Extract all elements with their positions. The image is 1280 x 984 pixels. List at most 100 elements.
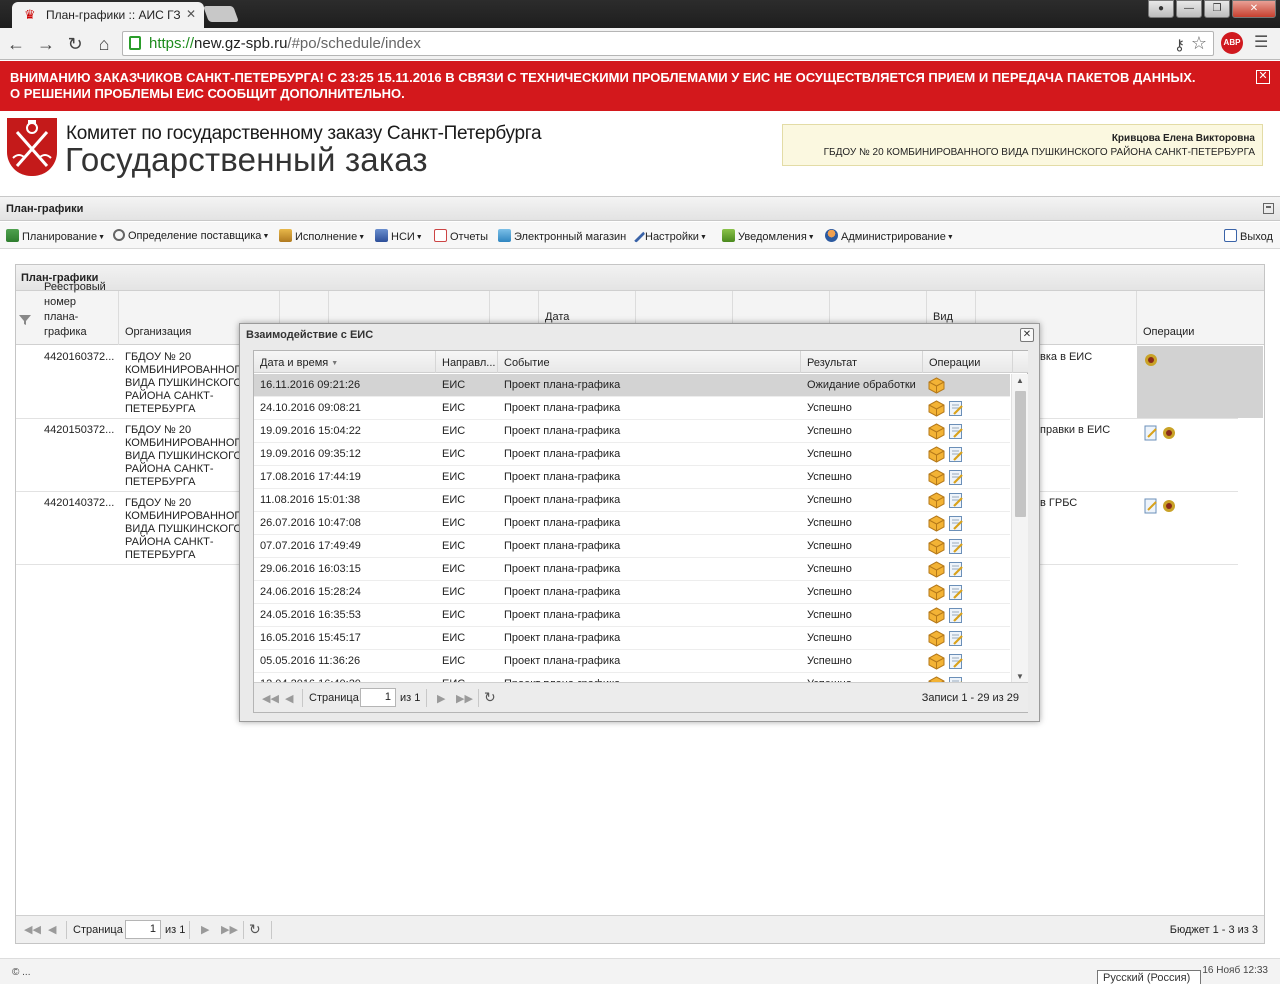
col-event[interactable]: Событие	[498, 351, 801, 373]
col-datetime[interactable]: Дата и время ▼	[254, 351, 436, 373]
eagle-emblem-icon[interactable]	[1161, 425, 1177, 441]
package-icon[interactable]	[928, 653, 945, 670]
first-page-icon[interactable]: ◀◀	[262, 692, 279, 705]
prev-page-icon[interactable]: ◀	[285, 692, 293, 705]
edit-document-icon[interactable]	[948, 469, 964, 486]
edit-document-icon[interactable]	[948, 630, 964, 647]
table-row[interactable]: 24.05.2016 16:35:53 ЕИС Проект плана-графи…	[254, 604, 1010, 627]
alert-close-icon[interactable]: ✕	[1256, 70, 1270, 84]
eagle-emblem-icon[interactable]	[1161, 498, 1177, 514]
edit-document-icon[interactable]	[948, 653, 964, 670]
table-row[interactable]: 19.09.2016 09:35:12 ЕИС Проект плана-графи…	[254, 443, 1010, 466]
scroll-up-icon[interactable]: ▲	[1016, 376, 1024, 385]
edit-document-icon[interactable]	[948, 538, 964, 555]
table-row[interactable]: 17.08.2016 17:44:19 ЕИС Проект плана-графи…	[254, 466, 1010, 489]
menu-nsi[interactable]: НСИ▼	[375, 229, 423, 243]
menu-reports[interactable]: Отчеты	[434, 229, 488, 243]
package-icon[interactable]	[928, 423, 945, 440]
filter-icon[interactable]	[18, 313, 32, 327]
row-reg-number: 4420140372...	[44, 497, 115, 509]
edit-document-icon[interactable]	[948, 515, 964, 532]
table-row[interactable]: 05.05.2016 11:36:26 ЕИС Проект плана-графи…	[254, 650, 1010, 673]
menu-eshop[interactable]: Электронный магазин	[498, 229, 626, 243]
page-number-input[interactable]: 1	[125, 920, 161, 939]
browser-tab-active[interactable]: ♛ План-графики :: АИС ГЗ ✕	[12, 2, 204, 28]
menu-notifications[interactable]: Уведомления▼	[722, 229, 815, 243]
refresh-icon[interactable]: ↻	[484, 689, 496, 706]
package-icon[interactable]	[928, 492, 945, 509]
back-arrow-icon[interactable]: ←	[4, 32, 28, 56]
col-reg-number[interactable]: Реестровый номер плана-графика	[38, 281, 119, 345]
package-icon[interactable]	[928, 538, 945, 555]
prev-page-icon[interactable]: ◀	[48, 923, 56, 936]
browser-tabstrip: ♛ План-графики :: АИС ГЗ ✕ ● — ❐ ✕	[0, 0, 1280, 28]
profile-icon[interactable]: ●	[1148, 0, 1174, 18]
collapse-panel-icon[interactable]	[1263, 203, 1274, 214]
adblock-plus-icon[interactable]: ABP	[1221, 32, 1243, 54]
chevron-down-icon: ▼	[262, 233, 270, 240]
reload-icon[interactable]: ↻	[63, 32, 87, 56]
edit-document-icon[interactable]	[948, 423, 964, 440]
scroll-down-icon[interactable]: ▼	[1016, 672, 1024, 681]
page-number-input[interactable]: 1	[360, 688, 396, 707]
package-icon[interactable]	[928, 584, 945, 601]
dialog-scrollbar[interactable]: ▲ ▼	[1011, 374, 1028, 683]
home-icon[interactable]: ⌂	[92, 32, 116, 56]
table-row[interactable]: 16.05.2016 15:45:17 ЕИС Проект плана-графи…	[254, 627, 1010, 650]
package-icon[interactable]	[928, 377, 945, 394]
menu-execution[interactable]: Исполнение▼	[279, 229, 365, 243]
eagle-emblem-icon[interactable]	[1143, 352, 1159, 368]
menu-supplier[interactable]: Определение поставщика▼	[113, 229, 269, 242]
edit-document-icon[interactable]	[948, 446, 964, 463]
package-icon[interactable]	[928, 469, 945, 486]
row-event: Проект плана-графика	[504, 471, 621, 483]
edit-document-icon[interactable]	[1143, 425, 1159, 441]
next-page-icon[interactable]: ▶	[437, 692, 445, 705]
tab-close-icon[interactable]: ✕	[186, 7, 196, 21]
edit-document-icon[interactable]	[948, 607, 964, 624]
edit-document-icon[interactable]	[948, 492, 964, 509]
first-page-icon[interactable]: ◀◀	[24, 923, 41, 936]
edit-document-icon[interactable]	[948, 400, 964, 417]
last-page-icon[interactable]: ▶▶	[221, 923, 238, 936]
col-result[interactable]: Результат	[801, 351, 923, 373]
scroll-thumb[interactable]	[1015, 391, 1026, 517]
table-row[interactable]: 19.09.2016 15:04:22 ЕИС Проект плана-графи…	[254, 420, 1010, 443]
table-row[interactable]: 24.06.2016 15:28:24 ЕИС Проект плана-графи…	[254, 581, 1010, 604]
address-bar[interactable]: https://new.gz-spb.ru/#po/schedule/index…	[122, 31, 1214, 56]
package-icon[interactable]	[928, 561, 945, 578]
package-icon[interactable]	[928, 400, 945, 417]
window-close-button[interactable]: ✕	[1232, 0, 1276, 18]
maximize-button[interactable]: ❐	[1204, 0, 1230, 18]
refresh-icon[interactable]: ↻	[249, 921, 261, 938]
browser-menu-icon[interactable]: ☰	[1254, 32, 1268, 52]
key-icon[interactable]: ⚷	[1174, 34, 1185, 57]
dialog-close-icon[interactable]: ✕	[1020, 328, 1034, 342]
package-icon[interactable]	[928, 607, 945, 624]
package-icon[interactable]	[928, 515, 945, 532]
package-icon[interactable]	[928, 630, 945, 647]
edit-document-icon[interactable]	[948, 584, 964, 601]
notifications-icon	[722, 229, 735, 242]
menu-planning[interactable]: Планирование▼	[6, 229, 105, 243]
table-row[interactable]: 16.11.2016 09:21:26 ЕИС Проект плана-графи…	[254, 374, 1010, 397]
edit-document-icon[interactable]	[1143, 498, 1159, 514]
menu-admin[interactable]: Администрирование▼	[825, 229, 954, 243]
table-row[interactable]: 26.07.2016 10:47:08 ЕИС Проект плана-графи…	[254, 512, 1010, 535]
minimize-button[interactable]: —	[1176, 0, 1202, 18]
new-tab-button[interactable]	[203, 6, 239, 22]
next-page-icon[interactable]: ▶	[201, 923, 209, 936]
table-row[interactable]: 29.06.2016 16:03:15 ЕИС Проект плана-графи…	[254, 558, 1010, 581]
col-direction[interactable]: Направл...	[436, 351, 498, 373]
table-row[interactable]: 24.10.2016 09:08:21 ЕИС Проект плана-графи…	[254, 397, 1010, 420]
last-page-icon[interactable]: ▶▶	[456, 692, 473, 705]
logout-button[interactable]: Выход	[1224, 229, 1273, 243]
menu-settings[interactable]: Настройки▼	[630, 228, 707, 243]
table-row[interactable]: 11.08.2016 15:01:38 ЕИС Проект плана-графи…	[254, 489, 1010, 512]
bookmark-star-icon[interactable]: ☆	[1191, 32, 1207, 55]
edit-document-icon[interactable]	[948, 561, 964, 578]
package-icon[interactable]	[928, 446, 945, 463]
table-row[interactable]: 07.07.2016 17:49:49 ЕИС Проект плана-графи…	[254, 535, 1010, 558]
page-of-label: из 1	[165, 924, 186, 936]
forward-arrow-icon[interactable]: →	[34, 32, 58, 56]
